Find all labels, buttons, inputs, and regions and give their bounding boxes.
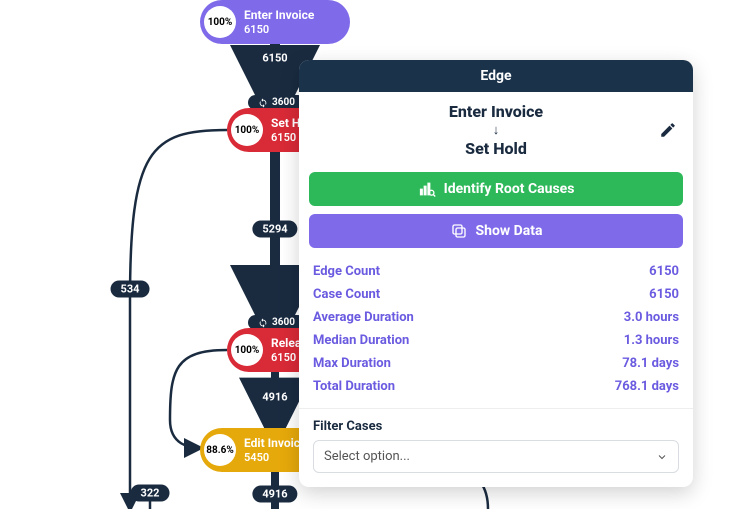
edge-count-5: 534 [111,281,150,298]
node-percent: 88.6% [204,434,236,466]
node-percent: 100% [204,6,236,38]
arrow-down-icon: ↓ [315,121,677,139]
edge-count-6: 322 [131,485,170,502]
metrics-list: Edge Count 6150 Case Count 6150 Average … [299,256,693,408]
node-percent: 100% [231,114,263,146]
filter-cases-select[interactable]: Select option... [313,440,679,473]
metric-case-count: Case Count 6150 [313,283,679,306]
copy-icon [450,222,468,240]
edge-to: Set Hold [315,139,677,158]
metric-max-duration: Max Duration 78.1 days [313,352,679,375]
edit-icon[interactable] [659,121,677,143]
metric-median-duration: Median Duration 1.3 hours [313,329,679,352]
metric-total-duration: Total Duration 768.1 days [313,375,679,398]
node-label: Enter Invoice [244,8,314,22]
show-data-button[interactable]: Show Data [309,214,683,248]
node-percent: 100% [231,334,263,366]
metric-edge-count: Edge Count 6150 [313,260,679,283]
edge-count-3: 4916 [252,389,297,406]
node-label: Edit Invoice [244,436,307,450]
edge-count-2: 5294 [252,221,297,238]
select-placeholder: Select option... [324,449,410,464]
edge-count-4: 4916 [252,486,297,503]
edge-from: Enter Invoice [315,102,677,121]
panel-header: Edge [299,60,693,92]
identify-root-causes-button[interactable]: Identify Root Causes [309,172,683,206]
chevron-down-icon [656,451,668,463]
edge-detail-panel: Edge Enter Invoice ↓ Set Hold Identify R… [299,60,693,487]
node-enter-invoice[interactable]: 100% Enter Invoice 6150 [200,0,350,44]
edge-count-1: 6150 [252,50,297,67]
analytics-search-icon [418,180,436,198]
node-count: 5450 [244,451,307,464]
node-count: 6150 [244,23,314,36]
filter-cases-label: Filter Cases [313,419,679,434]
metric-avg-duration: Average Duration 3.0 hours [313,306,679,329]
